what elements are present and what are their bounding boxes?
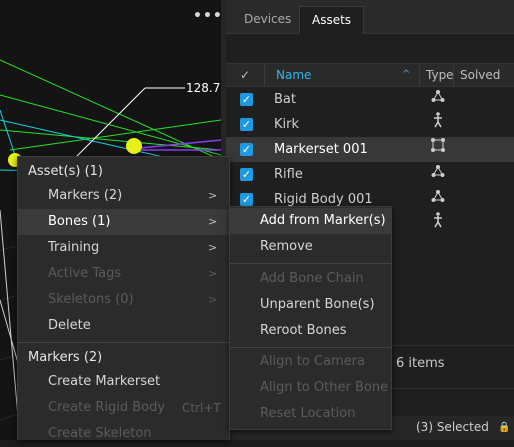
menu-item-create-skeleton: Create Skeleton — [48, 426, 152, 441]
solved-column-header[interactable]: Solved — [453, 64, 514, 86]
menu-item-label: Skeletons (0) — [48, 292, 134, 307]
chevron-right-icon: > — [208, 189, 218, 202]
menu-item-reroot-bones[interactable]: Reroot Bones — [230, 318, 391, 344]
tab-devices[interactable]: Devices — [232, 6, 303, 34]
menu-item-label: Active Tags — [48, 266, 122, 281]
rigid-body-icon — [428, 87, 448, 112]
asset-name: Rifle — [274, 167, 303, 182]
item-count: 6 items — [396, 356, 445, 371]
table-header: ✓ Name ^ Type Solved — [226, 63, 514, 87]
menu-item-create-rigid-body: Create Rigid Body Ctrl+T — [18, 395, 229, 421]
bones-submenu: Add from Marker(s) Remove Add Bone Chain… — [229, 206, 392, 430]
checkbox[interactable]: ✓ — [240, 93, 253, 106]
checkbox[interactable]: ✓ — [240, 168, 253, 181]
table-row[interactable]: ✓ Rifle — [226, 162, 514, 187]
panel-tabs: Devices Assets — [226, 0, 514, 34]
chevron-right-icon: > — [208, 293, 218, 306]
menu-item-label: Markers (2) — [48, 188, 123, 203]
assets-section-header: Asset(s) (1) — [28, 164, 103, 179]
rigid-body-icon — [428, 187, 448, 212]
markerset-icon — [428, 137, 448, 162]
name-column-header[interactable]: Name ^ — [264, 64, 419, 86]
menu-item-unparent-bones[interactable]: Unparent Bone(s) — [230, 292, 391, 318]
tab-assets[interactable]: Assets — [299, 6, 365, 34]
rigid-body-icon — [428, 162, 448, 187]
menu-item-label: Training — [48, 240, 100, 255]
menu-separator — [230, 263, 391, 264]
skeleton-icon — [428, 112, 448, 137]
menu-item-bones[interactable]: Bones (1) > — [18, 209, 229, 235]
checkbox[interactable]: ✓ — [240, 143, 253, 156]
menu-item-reset-location: Reset Location — [260, 406, 356, 421]
menu-item-training[interactable]: Training > — [18, 235, 229, 261]
asset-name: Kirk — [274, 117, 300, 132]
chevron-right-icon: > — [208, 267, 218, 280]
menu-separator — [18, 342, 229, 343]
menu-separator — [230, 347, 391, 348]
menu-item-active-tags: Active Tags > — [18, 261, 229, 287]
viewport-menu-button[interactable]: ••• — [193, 8, 221, 24]
name-header-label: Name — [276, 68, 312, 82]
context-menu: Asset(s) (1) Markers (2) > Bones (1) > T… — [17, 156, 230, 441]
menu-item-align-to-other-bone: Align to Other Bone — [260, 380, 389, 395]
chevron-up-icon: ^ — [402, 69, 411, 80]
check-all-header[interactable]: ✓ — [226, 64, 264, 86]
table-row[interactable]: ✓ Bat — [226, 87, 514, 112]
type-column-header[interactable]: Type — [419, 64, 454, 86]
checkbox[interactable]: ✓ — [240, 193, 253, 206]
markers-section-header: Markers (2) — [28, 350, 103, 365]
menu-item-label: Bones (1) — [48, 214, 111, 229]
table-row[interactable]: ✓ Markerset 001 — [226, 137, 514, 162]
chevron-right-icon: > — [208, 215, 218, 228]
menu-item-create-markerset[interactable]: Create Markerset — [18, 369, 229, 395]
selection-status: (3) Selected — [416, 420, 489, 434]
checkbox[interactable]: ✓ — [240, 118, 253, 131]
menu-item-align-to-camera: Align to Camera — [260, 354, 365, 369]
asset-name: Markerset 001 — [274, 142, 368, 157]
menu-item-remove[interactable]: Remove — [230, 234, 391, 260]
asset-name: Bat — [274, 92, 296, 107]
table-row[interactable]: ✓ Kirk — [226, 112, 514, 137]
measurement-label: 128.7 — [186, 81, 221, 95]
menu-item-add-from-markers[interactable]: Add from Marker(s) — [230, 208, 391, 234]
menu-item-add-bone-chain: Add Bone Chain — [260, 271, 364, 286]
menu-item-skeletons: Skeletons (0) > — [18, 287, 229, 313]
shortcut-label: Ctrl+T — [182, 401, 221, 415]
lock-icon[interactable]: 🔒 — [498, 422, 510, 433]
chevron-right-icon: > — [208, 241, 218, 254]
menu-item-label: Create Rigid Body — [48, 400, 166, 415]
skeleton-icon — [428, 212, 448, 237]
menu-item-markers[interactable]: Markers (2) > — [18, 183, 229, 209]
menu-item-delete[interactable]: Delete — [18, 313, 229, 339]
marker-dot — [126, 138, 142, 154]
